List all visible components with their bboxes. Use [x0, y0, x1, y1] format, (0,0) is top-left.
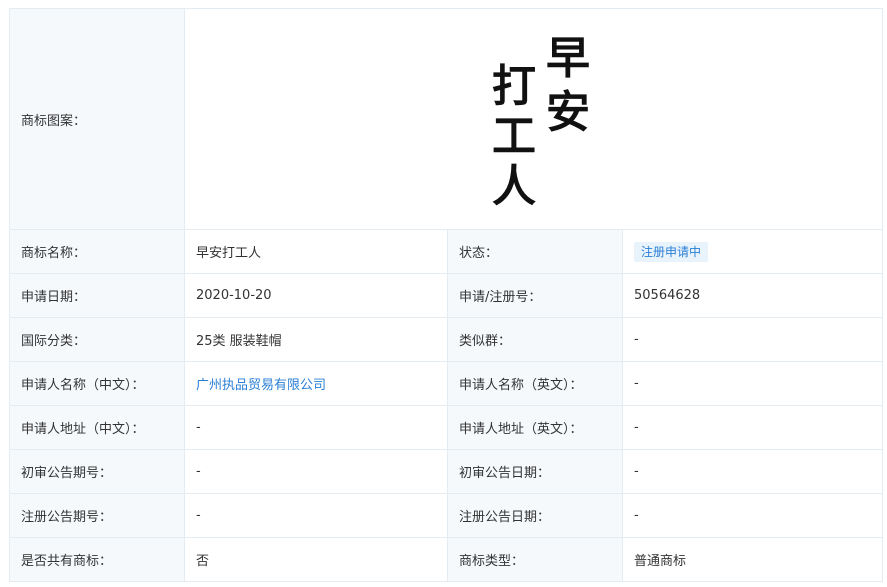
- applicant-name-en-value: -: [621, 361, 884, 406]
- table-row: 是否共有商标： 否 商标类型： 普通商标: [9, 537, 884, 582]
- field-label: 申请人地址（英文）：: [447, 405, 623, 450]
- field-label: 商标名称：: [9, 229, 185, 274]
- preliminary-announcement-date-value: -: [621, 449, 884, 494]
- preliminary-announcement-issue-value: -: [184, 449, 448, 494]
- table-row: 申请日期： 2020-10-20 申请/注册号： 50564628: [9, 273, 884, 318]
- logo-char: 工: [492, 111, 536, 162]
- logo-char: 人: [492, 161, 536, 209]
- applicant-name-link[interactable]: 广州执品贸易有限公司: [196, 378, 326, 393]
- applicant-address-en-value: -: [621, 405, 884, 450]
- field-label: 初审公告日期：: [447, 449, 623, 494]
- field-label: 申请人地址（中文）：: [9, 405, 185, 450]
- field-label: 商标类型：: [447, 537, 623, 582]
- logo-cell: 早 安 打 工 人: [183, 8, 884, 230]
- logo-char: 打: [492, 61, 536, 112]
- trademark-name-value: 早安打工人: [184, 229, 448, 274]
- trademark-logo-image: 早 安 打 工 人: [492, 33, 590, 209]
- registration-announcement-issue-value: -: [184, 493, 448, 538]
- similar-group-value: -: [621, 317, 884, 362]
- status-badge: 注册申请中: [634, 241, 709, 262]
- table-row: 申请人名称（中文）： 广州执品贸易有限公司 申请人名称（英文）： -: [9, 361, 884, 406]
- application-date-value: 2020-10-20: [184, 273, 448, 318]
- field-label: 状态：: [447, 229, 623, 274]
- field-label: 申请人名称（中文）：: [9, 361, 185, 406]
- status-cell: 注册申请中: [621, 229, 884, 274]
- applicant-address-cn-value: -: [184, 405, 448, 450]
- applicant-name-cn-cell: 广州执品贸易有限公司: [184, 361, 448, 406]
- field-label: 类似群：: [447, 317, 623, 362]
- field-label: 初审公告期号：: [9, 449, 185, 494]
- trademark-detail-panel: 商标图案： 早 安 打 工 人 商标名称： 早安打工人 状态： 注册申请中 申请…: [0, 0, 887, 587]
- shared-trademark-value: 否: [184, 537, 448, 582]
- field-label: 国际分类：: [9, 317, 185, 362]
- table-row: 商标名称： 早安打工人 状态： 注册申请中: [9, 229, 884, 274]
- registration-announcement-date-value: -: [621, 493, 884, 538]
- logo-char: 早: [546, 33, 590, 84]
- field-label: 注册公告日期：: [447, 493, 623, 538]
- logo-row: 商标图案： 早 安 打 工 人: [9, 8, 884, 230]
- field-label: 是否共有商标：: [9, 537, 185, 582]
- field-label: 注册公告期号：: [9, 493, 185, 538]
- field-label: 申请/注册号：: [447, 273, 623, 318]
- field-label: 申请人名称（英文）：: [447, 361, 623, 406]
- registration-number-value: 50564628: [621, 273, 884, 318]
- trademark-type-value: 普通商标: [621, 537, 884, 582]
- table-row: 申请人地址（中文）： - 申请人地址（英文）： -: [9, 405, 884, 450]
- logo-char: 安: [546, 87, 590, 138]
- table-row: 注册公告期号： - 注册公告日期： -: [9, 493, 884, 538]
- table-row: 国际分类： 25类 服装鞋帽 类似群： -: [9, 317, 884, 362]
- field-label: 申请日期：: [9, 273, 185, 318]
- international-class-value: 25类 服装鞋帽: [184, 317, 448, 362]
- table-row: 初审公告期号： - 初审公告日期： -: [9, 449, 884, 494]
- trademark-info-table: 商标图案： 早 安 打 工 人 商标名称： 早安打工人 状态： 注册申请中 申请…: [9, 8, 884, 582]
- logo-label: 商标图案：: [9, 8, 185, 230]
